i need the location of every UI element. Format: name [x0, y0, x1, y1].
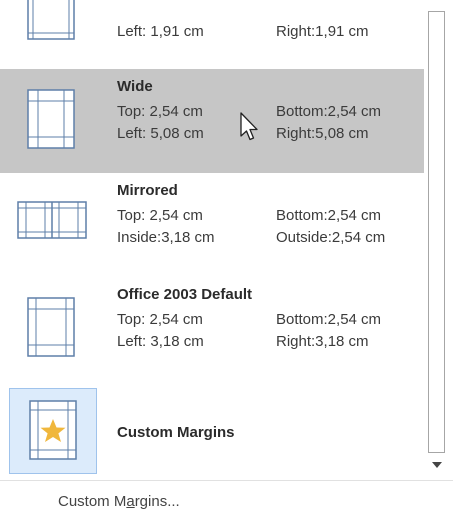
margin-preset-narrow[interactable]: Left: 1,91 cm Right:1,91 cm: [0, 0, 424, 52]
custom-margins-menu-item[interactable]: Custom Margins...: [0, 485, 453, 519]
mirrored-preset-name: Mirrored: [117, 182, 178, 199]
margin-preset-wide[interactable]: Wide Top: 2,54 cm Bottom:2,54 cm Left: 5…: [0, 69, 424, 173]
custom-margins-item-name: Custom Margins: [117, 424, 235, 441]
mirrored-bottom-margin: Bottom:2,54 cm: [276, 207, 382, 224]
margins-narrow-icon: [16, 0, 86, 41]
margin-preset-mirrored[interactable]: Mirrored Top: 2,54 cm Bottom:2,54 cm Ins…: [0, 173, 424, 277]
wide-bottom-margin: Bottom:2,54 cm: [276, 103, 382, 120]
menu-separator: [0, 480, 453, 481]
wide-top-margin: Top: 2,54 cm: [117, 103, 203, 120]
office-2003-top-margin: Top: 2,54 cm: [117, 311, 203, 328]
office-2003-preset-name: Office 2003 Default: [117, 286, 253, 303]
scroll-down-button[interactable]: [428, 455, 445, 475]
narrow-left-margin: Left: 1,91 cm: [117, 23, 204, 40]
custom-margins-star-icon: [26, 399, 80, 463]
office-2003-left-margin: Left: 3,18 cm: [117, 333, 204, 350]
office-2003-right-margin: Right:3,18 cm: [276, 333, 369, 350]
custom-margins-gallery-item[interactable]: Custom Margins: [0, 388, 424, 476]
wide-preset-name: Wide: [117, 78, 153, 95]
margins-gallery: Left: 1,91 cm Right:1,91 cm Wide Top: 2,…: [0, 0, 424, 480]
scrollbar-thumb[interactable]: [428, 11, 445, 453]
margin-preset-office-2003-default[interactable]: Office 2003 Default Top: 2,54 cm Bottom:…: [0, 277, 424, 381]
margins-office2003-icon: [16, 297, 86, 359]
accelerator-key: a: [126, 493, 135, 510]
custom-margins-menu-label: Custom Margins...: [58, 493, 180, 510]
wide-left-margin: Left: 5,08 cm: [117, 125, 204, 142]
margins-mirrored-icon: [16, 201, 88, 241]
mirrored-inside-margin: Inside:3,18 cm: [117, 229, 215, 246]
mirrored-top-margin: Top: 2,54 cm: [117, 207, 203, 224]
mirrored-outside-margin: Outside:2,54 cm: [276, 229, 386, 246]
wide-right-margin: Right:5,08 cm: [276, 125, 369, 142]
margins-wide-icon: [16, 89, 86, 151]
office-2003-bottom-margin: Bottom:2,54 cm: [276, 311, 382, 328]
narrow-right-margin: Right:1,91 cm: [276, 23, 369, 40]
triangle-down-icon: [431, 462, 442, 468]
gallery-scrollbar[interactable]: [426, 11, 447, 477]
